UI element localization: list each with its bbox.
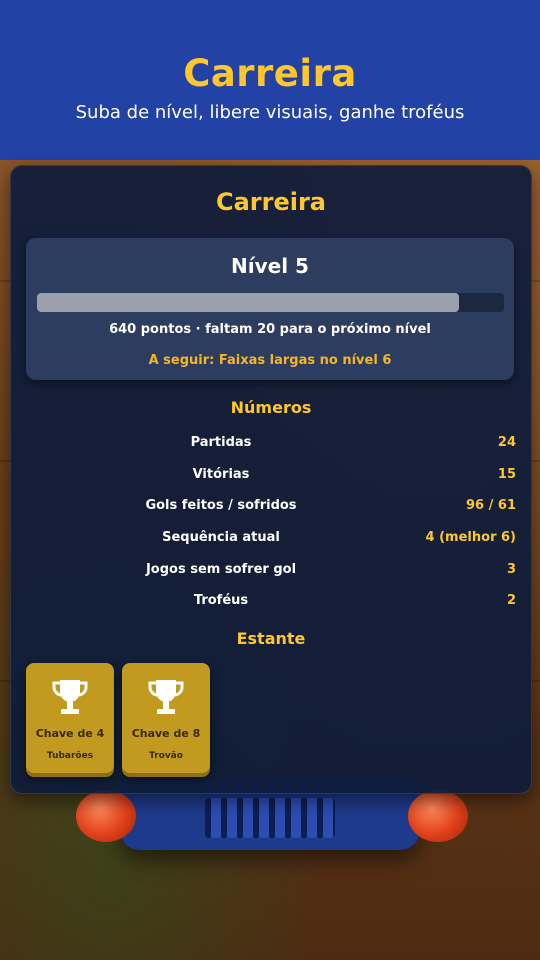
trophy-card[interactable]: Chave de 4 Tubarões bbox=[26, 663, 114, 773]
trophy-icon bbox=[148, 680, 184, 714]
stat-row: Troféus 2 bbox=[11, 593, 531, 613]
page-title: Carreira bbox=[183, 52, 357, 95]
stat-row: Sequência atual 4 (melhor 6) bbox=[11, 530, 531, 550]
stat-value: 15 bbox=[497, 467, 516, 482]
game-knob-left bbox=[76, 790, 136, 842]
career-panel: Carreira Nível 5 640 pontos · faltam 20 … bbox=[10, 165, 532, 794]
trophy-icon bbox=[52, 680, 88, 714]
trophy-name: Chave de 4 bbox=[35, 727, 105, 740]
page-subtitle: Suba de nível, libere visuais, ganhe tro… bbox=[75, 102, 465, 123]
stat-value: 3 bbox=[506, 562, 516, 577]
stat-row: Vitórias 15 bbox=[11, 467, 531, 487]
game-knob-right bbox=[408, 790, 468, 842]
stat-value: 2 bbox=[506, 593, 516, 608]
stat-row: Partidas 24 bbox=[11, 435, 531, 455]
panel-title: Carreira bbox=[215, 188, 326, 216]
next-unlock-text: A seguir: Faixas largas no nível 6 bbox=[148, 353, 392, 368]
stat-label: Troféus bbox=[193, 593, 249, 608]
level-progress-bar bbox=[37, 293, 504, 312]
shelf-section-title: Estante bbox=[236, 629, 306, 648]
stat-row: Gols feitos / sofridos 96 / 61 bbox=[11, 498, 531, 518]
stat-label: Sequência atual bbox=[162, 530, 280, 545]
page-header: Carreira Suba de nível, libere visuais, … bbox=[0, 0, 540, 160]
trophy-subtitle: Tubarões bbox=[46, 751, 94, 761]
level-title: Nível 5 bbox=[231, 254, 309, 278]
stat-label: Partidas bbox=[190, 435, 252, 450]
trophy-subtitle: Trovão bbox=[149, 751, 183, 761]
stats-section-title: Números bbox=[230, 398, 312, 417]
stat-label: Vitórias bbox=[192, 467, 250, 482]
stat-value: 96 / 61 bbox=[466, 498, 516, 513]
stat-label: Jogos sem sofrer gol bbox=[145, 562, 297, 577]
level-progress-fill bbox=[37, 293, 460, 312]
stat-value: 4 (melhor 6) bbox=[425, 530, 516, 545]
game-board-grille bbox=[205, 798, 335, 838]
trophy-name: Chave de 8 bbox=[131, 727, 201, 740]
stat-label: Gols feitos / sofridos bbox=[145, 498, 297, 513]
stat-row: Jogos sem sofrer gol 3 bbox=[11, 562, 531, 582]
level-card: Nível 5 640 pontos · faltam 20 para o pr… bbox=[26, 238, 514, 380]
points-text: 640 pontos · faltam 20 para o próximo ní… bbox=[109, 322, 431, 337]
trophy-card[interactable]: Chave de 8 Trovão bbox=[122, 663, 210, 773]
stat-value: 24 bbox=[497, 435, 516, 450]
